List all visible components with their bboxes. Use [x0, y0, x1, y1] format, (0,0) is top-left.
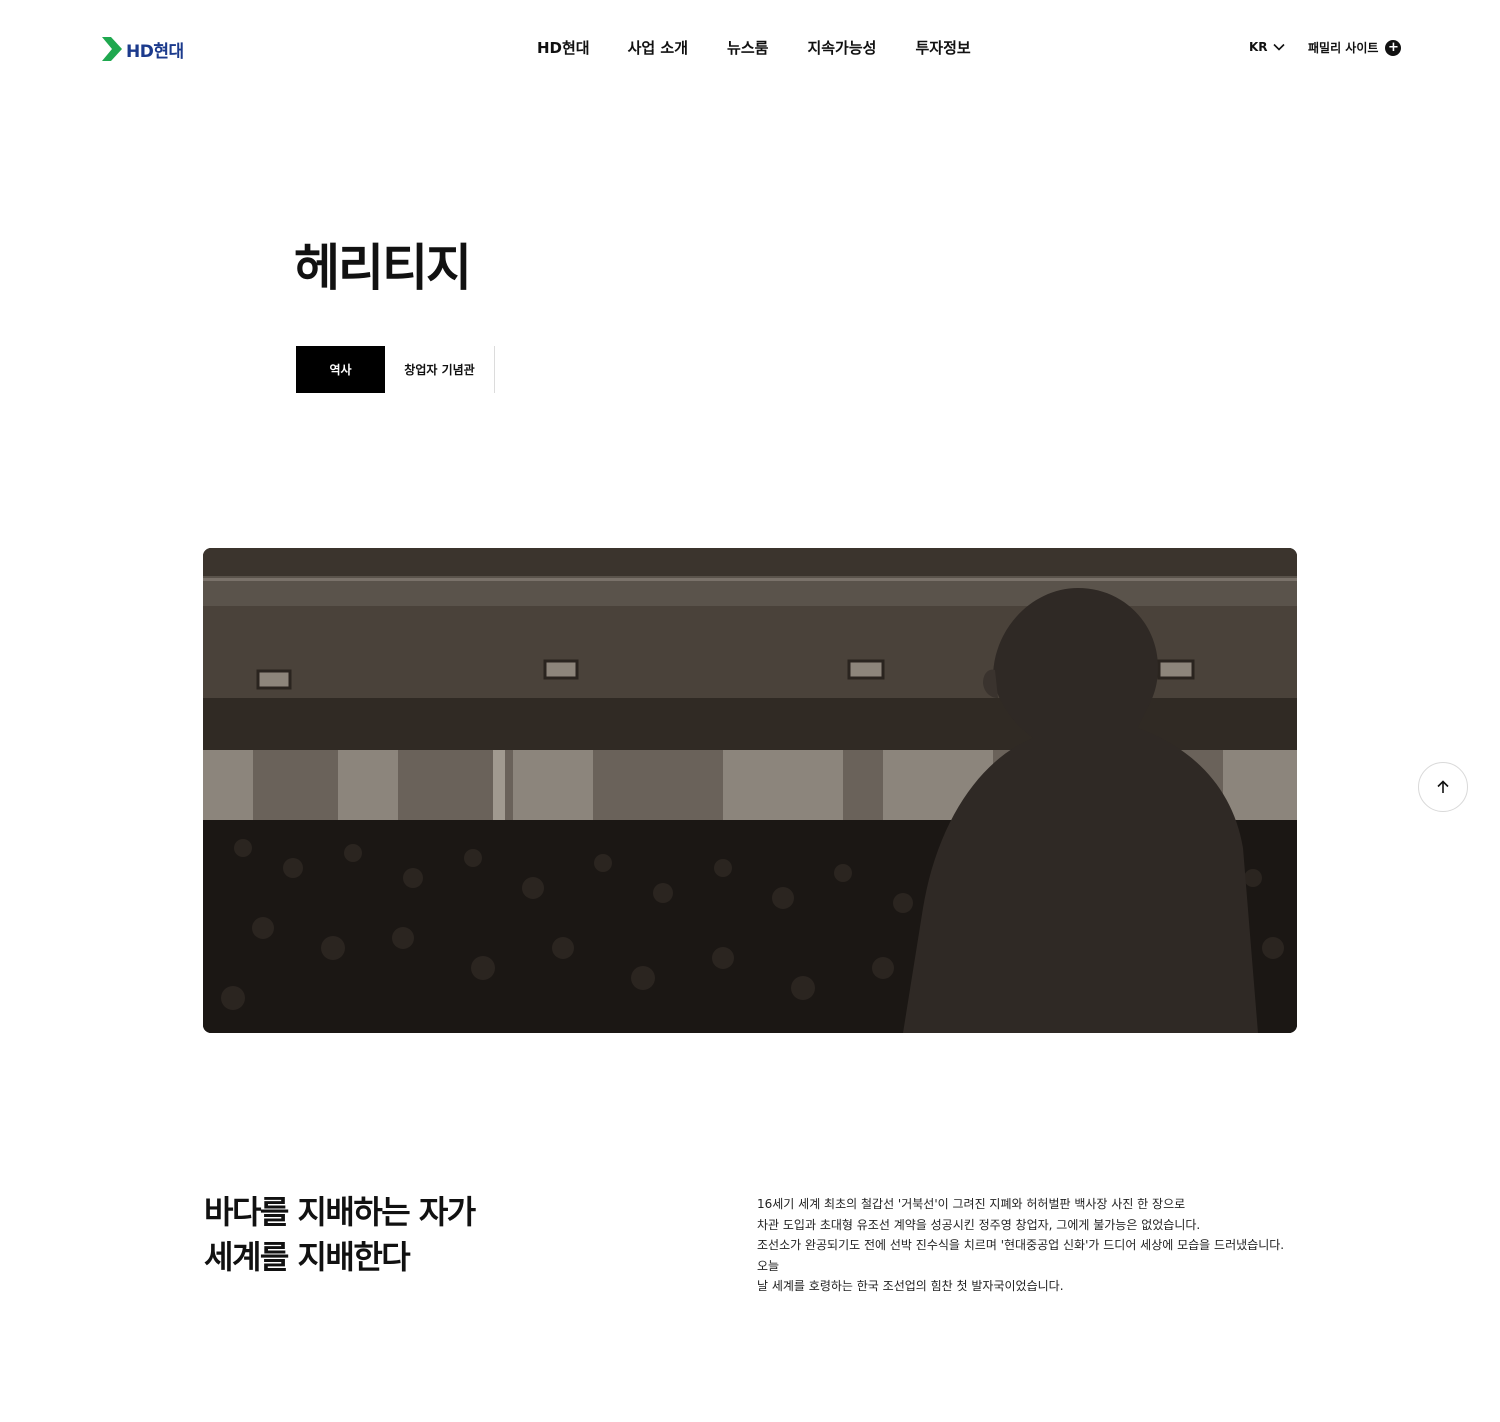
- hd-hyundai-logo[interactable]: HD현대: [102, 36, 184, 62]
- intro-headline-line-1: 바다를 지배하는 자가: [204, 1193, 476, 1231]
- language-selector[interactable]: KR: [1249, 40, 1285, 54]
- intro-body-line-4: 날 세계를 호령하는 한국 조선업의 힘찬 첫 발자국이었습니다.: [757, 1279, 1064, 1293]
- intro-headline: 바다를 지배하는 자가 세계를 지배한다: [204, 1190, 476, 1280]
- page: HD현대 HD현대 사업 소개 뉴스룸 지속가능성 투자정보 KR 패밀리 사이…: [0, 0, 1500, 1422]
- nav-item-investor-relations[interactable]: 투자정보: [915, 38, 970, 58]
- hero-photo-illustration: [203, 548, 1297, 1033]
- intro-body-line-2: 차관 도입과 초대형 유조선 계약을 성공시킨 정주영 창업자, 그에게 불가능…: [757, 1217, 1201, 1232]
- tab-history[interactable]: 역사: [296, 346, 385, 393]
- nav-item-hd-hyundai[interactable]: HD현대: [537, 38, 590, 58]
- logo-text: HD현대: [126, 41, 184, 62]
- hero-historical-photo: [203, 548, 1297, 1033]
- nav-item-business[interactable]: 사업 소개: [628, 38, 688, 58]
- scroll-to-top-button[interactable]: [1418, 762, 1468, 812]
- arrow-up-icon: [1437, 780, 1449, 793]
- site-header: HD현대 HD현대 사업 소개 뉴스룸 지속가능성 투자정보 KR 패밀리 사이…: [0, 0, 1500, 96]
- intro-body-line-1: 16세기 세계 최초의 철갑선 '거북선'이 그려진 지폐와 허허벌판 백사장 …: [757, 1197, 1186, 1211]
- chevron-down-icon: [1272, 43, 1285, 51]
- plus-circle-icon: +: [1385, 39, 1402, 56]
- family-site-label: 패밀리 사이트: [1308, 41, 1379, 55]
- heritage-tabs: 역사 창업자 기념관: [296, 346, 495, 393]
- intro-body: 16세기 세계 최초의 철갑선 '거북선'이 그려진 지폐와 허허벌판 백사장 …: [757, 1194, 1297, 1297]
- nav-item-newsroom[interactable]: 뉴스룸: [727, 38, 768, 58]
- page-title: 헤리티지: [294, 239, 472, 297]
- nav-item-sustainability[interactable]: 지속가능성: [807, 38, 876, 58]
- family-site-button[interactable]: 패밀리 사이트 +: [1308, 39, 1402, 56]
- main-navigation: HD현대 사업 소개 뉴스룸 지속가능성 투자정보: [537, 38, 971, 58]
- intro-body-line-3: 조선소가 완공되기도 전에 선박 진수식을 치르며 '현대중공업 신화'가 드디…: [757, 1238, 1285, 1273]
- language-label: KR: [1249, 40, 1268, 54]
- intro-headline-line-2: 세계를 지배한다: [204, 1238, 411, 1276]
- tab-founder-memorial[interactable]: 창업자 기념관: [385, 346, 495, 393]
- logo-arrow-icon: [102, 37, 122, 61]
